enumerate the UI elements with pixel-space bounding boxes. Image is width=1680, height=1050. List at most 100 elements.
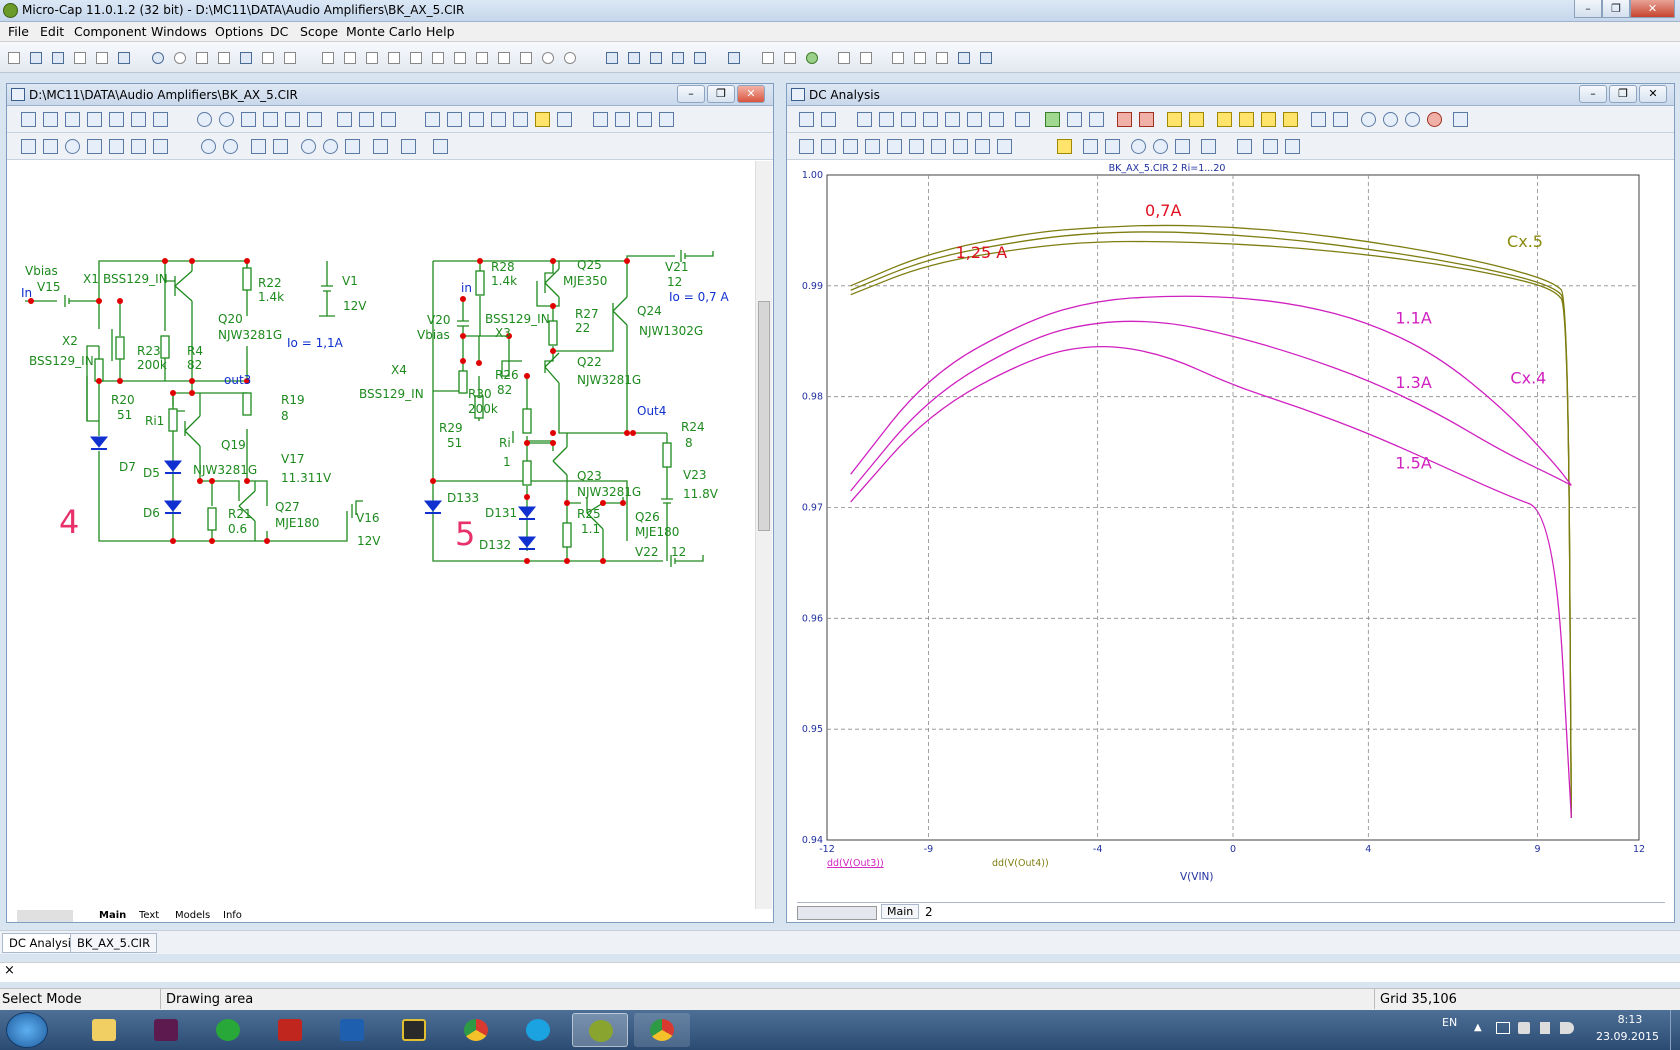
- tile-horizontal-icon[interactable]: [646, 48, 664, 66]
- dc-close-button[interactable]: ✕: [1639, 85, 1667, 103]
- menu-scope[interactable]: Scope: [300, 24, 338, 39]
- schematic-vscroll-thumb[interactable]: [758, 301, 770, 531]
- dc-zoom-stop-icon[interactable]: [1427, 112, 1442, 127]
- tray-chevron-icon[interactable]: ▲: [1474, 1022, 1482, 1033]
- grid-icon[interactable]: [557, 112, 572, 127]
- save-all-icon[interactable]: [70, 48, 88, 66]
- dc-peak-icon[interactable]: [901, 112, 916, 127]
- inductor-icon[interactable]: [494, 48, 512, 66]
- dc-plot[interactable]: BK_AX_5.CIR 2 Ri=1...20 1.00 0.99 0.98 0.97…: [787, 161, 1667, 901]
- schematic-canvas[interactable]: Vbias In V15 X1 BSS129_IN X2 BSS129_IN R…: [7, 161, 767, 911]
- plot-grid-icon-1[interactable]: [1217, 112, 1232, 127]
- tray-network-icon[interactable]: [1518, 1022, 1530, 1034]
- opamp-icon[interactable]: [472, 48, 490, 66]
- menu-component[interactable]: Component: [74, 24, 147, 39]
- wire-icon[interactable]: [43, 112, 58, 127]
- zoom-out-icon[interactable]: [323, 139, 338, 154]
- find-icon[interactable]: [131, 139, 146, 154]
- dc-text-icon[interactable]: [989, 112, 1004, 127]
- cursor-mode-icon-2[interactable]: [821, 139, 836, 154]
- print-icon[interactable]: [114, 48, 132, 66]
- redo-icon[interactable]: [170, 48, 188, 66]
- tray-language[interactable]: EN: [1442, 1016, 1457, 1029]
- show-desktop-button[interactable]: [1670, 1010, 1680, 1050]
- step-icon[interactable]: [201, 139, 216, 154]
- tab-models-page[interactable]: Models: [175, 910, 210, 921]
- separator-icon[interactable]: [1311, 112, 1326, 127]
- cursor-mode-icon-1[interactable]: [799, 139, 814, 154]
- delete-icon[interactable]: [258, 48, 276, 66]
- plot-grid-icon-3[interactable]: [1261, 112, 1276, 127]
- plot-grid-icon-2[interactable]: [1239, 112, 1254, 127]
- mirror-icon[interactable]: [87, 139, 102, 154]
- export-icon[interactable]: [1057, 139, 1072, 154]
- page-icon[interactable]: [758, 48, 776, 66]
- tab-text-page[interactable]: Text: [139, 910, 159, 921]
- dc-zoom-out2-icon[interactable]: [1153, 139, 1168, 154]
- dc-valley-icon[interactable]: [923, 112, 938, 127]
- list-icon[interactable]: [910, 48, 928, 66]
- switch-icon[interactable]: [516, 48, 534, 66]
- cursor-mode-icon-4[interactable]: [865, 139, 880, 154]
- dc-copy-icon[interactable]: [1263, 139, 1278, 154]
- taskbar-chrome-2[interactable]: [634, 1013, 690, 1047]
- dc-paste-icon[interactable]: [1285, 139, 1300, 154]
- taskbar-app-blue[interactable]: [324, 1013, 380, 1047]
- text-tool-icon[interactable]: [65, 112, 80, 127]
- dc-zoom-all-icon[interactable]: [1405, 112, 1420, 127]
- message-close-icon[interactable]: ×: [4, 963, 15, 978]
- calculator-icon[interactable]: [724, 48, 742, 66]
- flip-icon[interactable]: [109, 139, 124, 154]
- tokens-icon[interactable]: [1333, 112, 1348, 127]
- capacitor-icon[interactable]: [362, 48, 380, 66]
- grid-text-icon[interactable]: [263, 112, 278, 127]
- tile-vertical-icon[interactable]: [624, 48, 642, 66]
- probe-icon[interactable]: [560, 48, 578, 66]
- node-numbers-icon[interactable]: [337, 112, 352, 127]
- check-icon[interactable]: [491, 112, 506, 127]
- dc-minimize-button[interactable]: –: [1579, 85, 1607, 103]
- plot-edit-icon[interactable]: [976, 48, 994, 66]
- tray-volume-icon[interactable]: [1560, 1022, 1574, 1034]
- tab-bk-ax-5[interactable]: BK_AX_5.CIR: [70, 933, 158, 953]
- dc-zoom-out-icon[interactable]: [1383, 112, 1398, 127]
- cursor-mode-icon-9[interactable]: [975, 139, 990, 154]
- new-file-icon[interactable]: [4, 48, 22, 66]
- dc-stop-icon[interactable]: [1067, 112, 1082, 127]
- cursor-mode-icon-6[interactable]: [909, 139, 924, 154]
- paste-icon[interactable]: [236, 48, 254, 66]
- menu-dc[interactable]: DC: [270, 24, 288, 39]
- dc-edit-icon[interactable]: [1453, 112, 1468, 127]
- mosfet-icon[interactable]: [450, 48, 468, 66]
- taskbar-filezilla[interactable]: [262, 1013, 318, 1047]
- dc-function-icon[interactable]: [967, 112, 982, 127]
- menu-windows[interactable]: Windows: [151, 24, 207, 39]
- dc-zoom-fit2-icon[interactable]: [1175, 139, 1190, 154]
- dc-zoom-icon[interactable]: [879, 112, 894, 127]
- node-voltages-icon[interactable]: [359, 112, 374, 127]
- page-setup-icon[interactable]: [593, 112, 608, 127]
- taskbar-indesign[interactable]: [138, 1013, 194, 1047]
- stop-icon[interactable]: [223, 139, 238, 154]
- tab-main-page[interactable]: Main: [99, 910, 126, 921]
- start-button[interactable]: [6, 1012, 48, 1048]
- copy-icon[interactable]: [214, 48, 232, 66]
- plot-grid-icon-4[interactable]: [1283, 112, 1298, 127]
- cursor-left-icon[interactable]: [1117, 112, 1132, 127]
- run-icon[interactable]: [1045, 112, 1060, 127]
- tab-info-page[interactable]: Info: [223, 910, 242, 921]
- taskbar-skype[interactable]: [510, 1013, 566, 1047]
- taskbar-explorer[interactable]: [76, 1013, 132, 1047]
- diode-icon[interactable]: [406, 48, 424, 66]
- zoom-fit-icon[interactable]: [345, 139, 360, 154]
- tab-plot-2[interactable]: 2: [925, 905, 933, 919]
- pin-icon[interactable]: [469, 112, 484, 127]
- cursor-mode-icon-10[interactable]: [997, 139, 1012, 154]
- tag-icon[interactable]: [1189, 112, 1204, 127]
- dc-select-icon[interactable]: [799, 112, 814, 127]
- battery-icon[interactable]: [384, 48, 402, 66]
- taskbar-chrome-1[interactable]: [448, 1013, 504, 1047]
- restore-button[interactable]: ❐: [1602, 0, 1630, 18]
- select-all-icon[interactable]: [280, 48, 298, 66]
- dc-properties-icon[interactable]: [1015, 112, 1030, 127]
